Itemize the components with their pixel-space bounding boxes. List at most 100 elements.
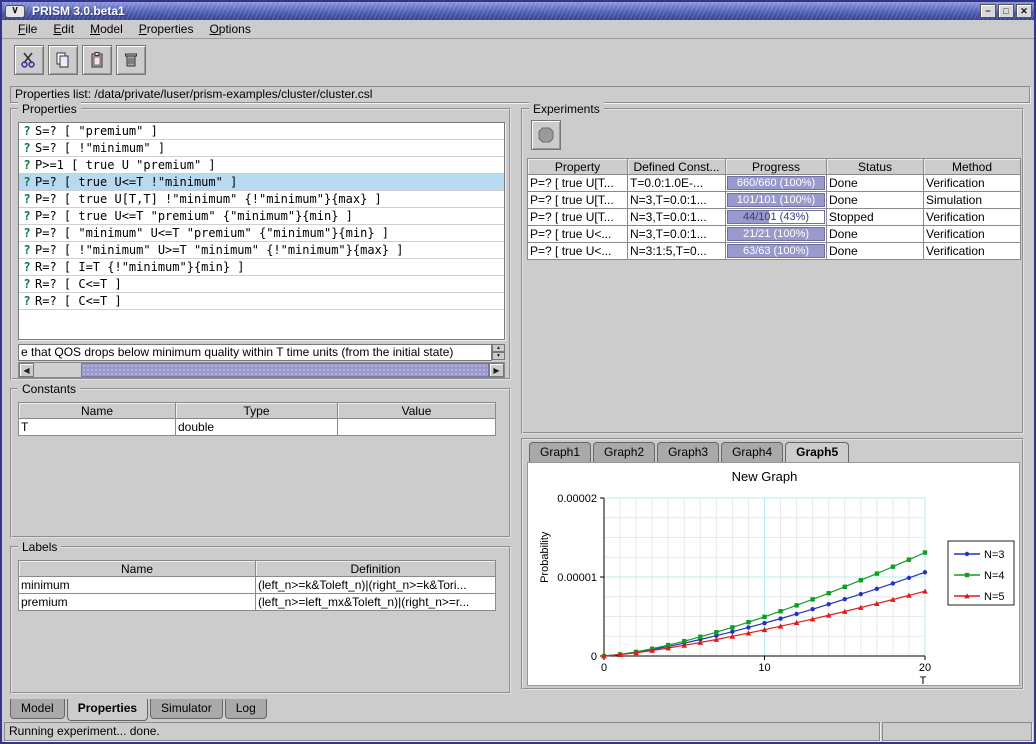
close-button[interactable]: ✕: [1016, 4, 1032, 18]
progress-bar: 44/101 (43%): [727, 210, 825, 224]
stop-icon: [537, 126, 555, 144]
property-row[interactable]: ?P=? [ true U<=T "premium" {"minimum"}{m…: [19, 208, 504, 225]
delete-button[interactable]: [116, 45, 146, 75]
copy-button[interactable]: [48, 45, 78, 75]
table-cell: P=? [ true U<...: [527, 226, 628, 243]
menu-file[interactable]: File: [10, 20, 45, 38]
column-header[interactable]: Progress: [726, 158, 827, 175]
table-cell: Verification: [924, 175, 1021, 192]
property-row[interactable]: ?P>=1 [ true U "premium" ]: [19, 157, 504, 174]
scrollbar-thumb[interactable]: [81, 363, 489, 377]
tab-graph2[interactable]: Graph2: [593, 442, 655, 462]
properties-group-title: Properties: [18, 102, 81, 116]
graph-group: Graph1Graph2Graph3Graph4Graph5 00.000010…: [521, 438, 1024, 690]
menu-bar: FileEditModelPropertiesOptions: [2, 20, 1034, 39]
minimize-button[interactable]: −: [980, 4, 996, 18]
experiment-row[interactable]: P=? [ true U[T...T=0.0:1.0E-...660/660 (…: [527, 175, 1021, 192]
experiment-row[interactable]: P=? [ true U[T...N=3,T=0.0:1...101/101 (…: [527, 192, 1021, 209]
progress-text: 44/101 (43%): [728, 211, 824, 223]
column-header[interactable]: Name: [18, 402, 176, 419]
property-text: P=? [ true U<=T !"minimum" ]: [35, 175, 237, 189]
menu-options[interactable]: Options: [201, 20, 258, 38]
progress-text: 660/660 (100%): [728, 177, 824, 189]
property-text: R=? [ C<=T ]: [35, 277, 122, 291]
column-header[interactable]: Status: [827, 158, 924, 175]
property-comment-field[interactable]: e that QOS drops below minimum quality w…: [18, 344, 492, 361]
maximize-button[interactable]: □: [998, 4, 1014, 18]
tab-graph1[interactable]: Graph1: [529, 442, 591, 462]
cut-button[interactable]: [14, 45, 44, 75]
tab-graph5[interactable]: Graph5: [785, 442, 849, 464]
scroll-left-icon[interactable]: ◀: [19, 363, 34, 377]
menu-properties[interactable]: Properties: [131, 20, 202, 38]
tab-graph3[interactable]: Graph3: [657, 442, 719, 462]
stop-experiment-button[interactable]: [531, 120, 561, 150]
question-icon: ?: [19, 277, 35, 291]
property-row[interactable]: ?P=? [ !"minimum" U>=T "minimum" {!"mini…: [19, 242, 504, 259]
scroll-right-icon[interactable]: ▶: [489, 363, 504, 377]
table-cell: Done: [827, 243, 924, 260]
window-menu-icon[interactable]: ∨: [5, 5, 25, 18]
svg-text:Probability: Probability: [539, 531, 551, 583]
property-row[interactable]: ?R=? [ C<=T ]: [19, 293, 504, 310]
table-row[interactable]: minimum(left_n>=k&Toleft_n)|(right_n>=k&…: [18, 577, 496, 594]
column-header[interactable]: Name: [18, 560, 256, 577]
progress-bar: 101/101 (100%): [727, 193, 825, 207]
property-row[interactable]: ?P=? [ "minimum" U<=T "premium" {"minimu…: [19, 225, 504, 242]
tab-log[interactable]: Log: [225, 699, 267, 719]
table-cell: Verification: [924, 209, 1021, 226]
column-header[interactable]: Method: [924, 158, 1021, 175]
labels-group: Labels NameDefinitionminimum(left_n>=k&T…: [10, 546, 511, 694]
properties-list[interactable]: ?S=? [ "premium" ]?S=? [ !"minimum" ]?P>…: [18, 122, 505, 340]
spinner-up-icon[interactable]: ▲: [492, 344, 505, 352]
table-row[interactable]: Tdouble: [18, 419, 496, 436]
table-header-row: PropertyDefined Const...ProgressStatusMe…: [527, 158, 1021, 175]
experiment-row[interactable]: P=? [ true U<...N=3:1:5,T=0...63/63 (100…: [527, 243, 1021, 260]
table-cell: P=? [ true U[T...: [527, 209, 628, 226]
constants-table: NameTypeValueTdouble: [18, 402, 496, 436]
property-row[interactable]: ?R=? [ I=T {!"minimum"}{min} ]: [19, 259, 504, 276]
menu-model[interactable]: Model: [82, 20, 131, 38]
table-cell: N=3,T=0.0:1...: [628, 192, 726, 209]
toolbar: [2, 40, 1034, 82]
property-row[interactable]: ?S=? [ !"minimum" ]: [19, 140, 504, 157]
paste-button[interactable]: [82, 45, 112, 75]
column-header[interactable]: Defined Const...: [628, 158, 726, 175]
svg-text:N=5: N=5: [984, 591, 1005, 603]
table-cell: Done: [827, 192, 924, 209]
experiment-row[interactable]: P=? [ true U[T...N=3,T=0.0:1...44/101 (4…: [527, 209, 1021, 226]
property-text: R=? [ I=T {!"minimum"}{min} ]: [35, 260, 245, 274]
trash-icon: [122, 51, 140, 69]
table-cell: P=? [ true U<...: [527, 243, 628, 260]
prism-window: ∨ PRISM 3.0.beta1 − □ ✕ FileEditModelPro…: [0, 0, 1036, 744]
scrollbar-track[interactable]: [34, 363, 81, 377]
table-cell: P=? [ true U[T...: [527, 192, 628, 209]
progress-bar: 63/63 (100%): [727, 244, 825, 258]
menu-edit[interactable]: Edit: [45, 20, 82, 38]
property-row[interactable]: ?R=? [ C<=T ]: [19, 276, 504, 293]
constants-group-title: Constants: [18, 382, 80, 396]
column-header[interactable]: Value: [338, 402, 496, 419]
experiment-row[interactable]: P=? [ true U<...N=3,T=0.0:1...21/21 (100…: [527, 226, 1021, 243]
table-row[interactable]: premium(left_n>=left_mx&Toleft_n)|(right…: [18, 594, 496, 611]
column-header[interactable]: Definition: [256, 560, 496, 577]
tab-model[interactable]: Model: [10, 699, 65, 719]
column-header[interactable]: Property: [527, 158, 628, 175]
properties-group: Properties ?S=? [ "premium" ]?S=? [ !"mi…: [10, 108, 511, 380]
table-cell: [338, 419, 496, 436]
tab-simulator[interactable]: Simulator: [150, 699, 223, 719]
spinner-down-icon[interactable]: ▼: [492, 352, 505, 360]
property-row[interactable]: ?S=? [ "premium" ]: [19, 123, 504, 140]
property-text: P=? [ true U[T,T] !"minimum" {!"minimum"…: [35, 192, 382, 206]
svg-text:20: 20: [919, 662, 931, 674]
property-row[interactable]: ?P=? [ true U[T,T] !"minimum" {!"minimum…: [19, 191, 504, 208]
table-cell: T: [18, 419, 176, 436]
progress-bar: 21/21 (100%): [727, 227, 825, 241]
column-header[interactable]: Type: [176, 402, 338, 419]
table-cell: Done: [827, 226, 924, 243]
tab-graph4[interactable]: Graph4: [721, 442, 783, 462]
table-cell: N=3,T=0.0:1...: [628, 226, 726, 243]
new-graph-chart: 00.000010.0000201020New GraphTProbabilit…: [528, 463, 1019, 685]
property-row[interactable]: ?P=? [ true U<=T !"minimum" ]: [19, 174, 504, 191]
tab-properties[interactable]: Properties: [67, 699, 148, 721]
